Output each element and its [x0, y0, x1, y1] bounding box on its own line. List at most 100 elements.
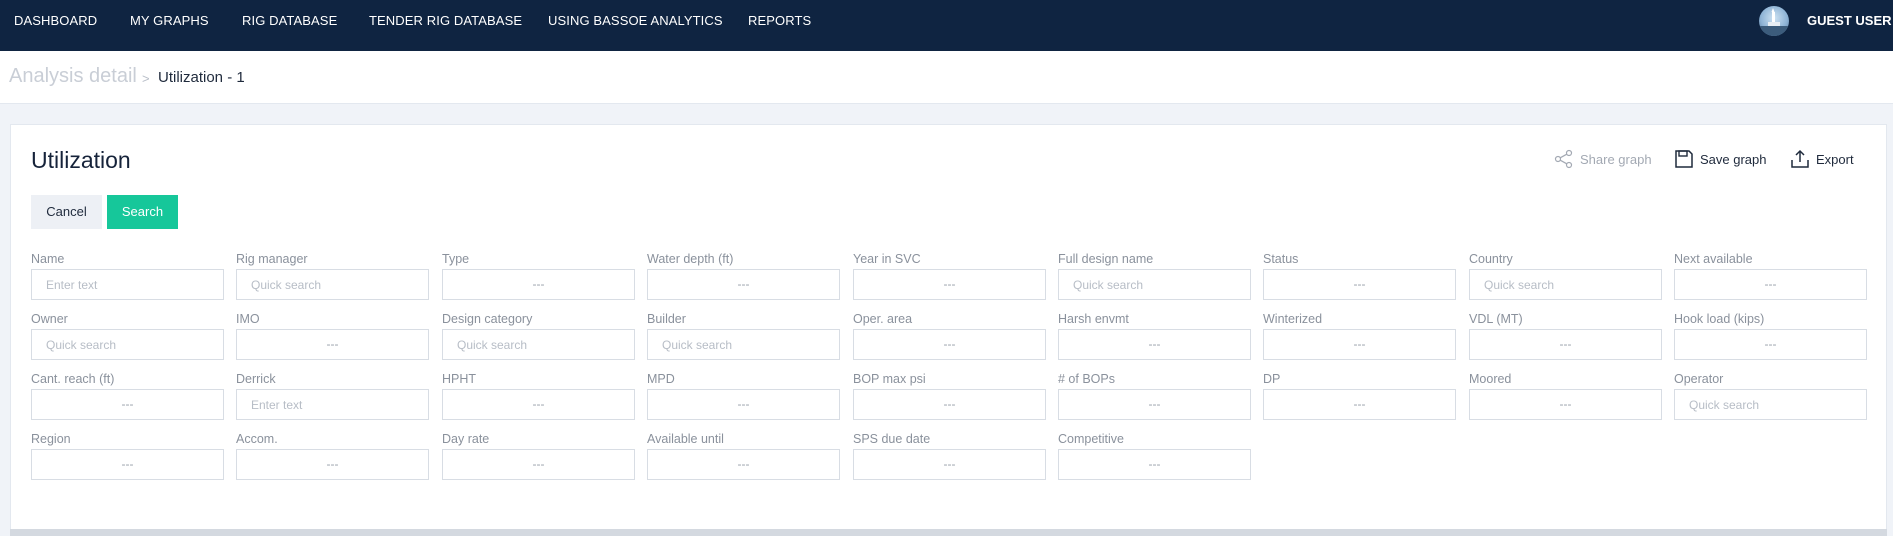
nav-my-graphs[interactable]: MY GRAPHS [130, 13, 209, 28]
nav-using-bassoe-analytics[interactable]: USING BASSOE ANALYTICS [548, 13, 723, 28]
filter-region: Region --- [31, 431, 224, 480]
breadcrumb-root[interactable]: Analysis detail [9, 65, 137, 88]
filter-name: Name [31, 251, 224, 300]
filter-label: Region [31, 432, 71, 446]
filter-builder: Builder [647, 311, 840, 360]
breadcrumb-separator: > [142, 71, 150, 86]
cant-reach-ft-select[interactable]: --- [31, 389, 224, 420]
filter-competitive: Competitive --- [1058, 431, 1251, 480]
nav-rig-database[interactable]: RIG DATABASE [242, 13, 337, 28]
filter-mpd: MPD --- [647, 371, 840, 420]
day-rate-select[interactable]: --- [442, 449, 635, 480]
dp-select[interactable]: --- [1263, 389, 1456, 420]
filter-winterized: Winterized --- [1263, 311, 1456, 360]
hpht-select[interactable]: --- [442, 389, 635, 420]
nav-tender-rig-database[interactable]: TENDER RIG DATABASE [369, 13, 522, 28]
nav-dashboard[interactable]: DASHBOARD [14, 13, 97, 28]
filter-of-bops: # of BOPs --- [1058, 371, 1251, 420]
filter-vdl-mt: VDL (MT) --- [1469, 311, 1662, 360]
filter-label: Competitive [1058, 432, 1124, 446]
share-graph-button[interactable]: Share graph [1554, 149, 1652, 169]
vdl-mt-select[interactable]: --- [1469, 329, 1662, 360]
competitive-select[interactable]: --- [1058, 449, 1251, 480]
filter-label: Derrick [236, 372, 276, 386]
accom-select[interactable]: --- [236, 449, 429, 480]
sps-due-date-select[interactable]: --- [853, 449, 1046, 480]
export-label: Export [1816, 151, 1854, 167]
filter-card: Utilization Share graph Save graph Expor… [10, 124, 1887, 530]
filter-label: Cant. reach (ft) [31, 372, 115, 386]
filter-full-design-name: Full design name [1058, 251, 1251, 300]
design-category-search-input[interactable] [442, 329, 635, 360]
filter-label: Water depth (ft) [647, 252, 734, 266]
status-select[interactable]: --- [1263, 269, 1456, 300]
filter-label: BOP max psi [853, 372, 926, 386]
filter-label: Operator [1674, 372, 1724, 386]
avatar-image [1759, 8, 1789, 36]
filter-label: Next available [1674, 252, 1753, 266]
full-design-name-search-input[interactable] [1058, 269, 1251, 300]
card-bottom-edge [10, 529, 1887, 536]
of-bops-select[interactable]: --- [1058, 389, 1251, 420]
nav-reports[interactable]: REPORTS [748, 13, 811, 28]
mpd-select[interactable]: --- [647, 389, 840, 420]
country-search-input[interactable] [1469, 269, 1662, 300]
save-graph-label: Save graph [1700, 151, 1767, 167]
page-title: Utilization [31, 147, 131, 173]
filter-label: SPS due date [853, 432, 931, 446]
available-until-select[interactable]: --- [647, 449, 840, 480]
filter-available-until: Available until --- [647, 431, 840, 480]
next-available-select[interactable]: --- [1674, 269, 1867, 300]
filter-label: Day rate [442, 432, 490, 446]
filter-derrick: Derrick [236, 371, 429, 420]
harsh-envmt-select[interactable]: --- [1058, 329, 1251, 360]
avatar[interactable] [1759, 6, 1789, 36]
export-button[interactable]: Export [1790, 149, 1854, 169]
share-graph-label: Share graph [1580, 151, 1652, 167]
save-graph-button[interactable]: Save graph [1674, 149, 1767, 169]
cancel-button[interactable]: Cancel [31, 195, 102, 229]
type-select[interactable]: --- [442, 269, 635, 300]
operator-search-input[interactable] [1674, 389, 1867, 420]
owner-search-input[interactable] [31, 329, 224, 360]
filter-year-in-svc: Year in SVC --- [853, 251, 1046, 300]
imo-select[interactable]: --- [236, 329, 429, 360]
filter-moored: Moored --- [1469, 371, 1662, 420]
filter-label: Moored [1469, 372, 1512, 386]
filter-rig-manager: Rig manager [236, 251, 429, 300]
filter-label: Available until [647, 432, 724, 446]
region-select[interactable]: --- [31, 449, 224, 480]
share-icon [1554, 149, 1573, 169]
filter-label: Design category [442, 312, 533, 326]
derrick-text-input[interactable] [236, 389, 429, 420]
filter-owner: Owner [31, 311, 224, 360]
filter-design-category: Design category [442, 311, 635, 360]
save-icon [1675, 150, 1693, 168]
filter-label: Oper. area [853, 312, 913, 326]
user-name[interactable]: GUEST USER [1807, 13, 1892, 28]
winterized-select[interactable]: --- [1263, 329, 1456, 360]
water-depth-ft-select[interactable]: --- [647, 269, 840, 300]
filter-dp: DP --- [1263, 371, 1456, 420]
moored-select[interactable]: --- [1469, 389, 1662, 420]
filter-bop-max-psi: BOP max psi --- [853, 371, 1046, 420]
bop-max-psi-select[interactable]: --- [853, 389, 1046, 420]
oper-area-select[interactable]: --- [853, 329, 1046, 360]
filter-label: Status [1263, 252, 1299, 266]
filter-label: Owner [31, 312, 68, 326]
year-in-svc-select[interactable]: --- [853, 269, 1046, 300]
name-text-input[interactable] [31, 269, 224, 300]
filter-label: Accom. [236, 432, 278, 446]
filter-label: # of BOPs [1058, 372, 1115, 386]
hook-load-kips-select[interactable]: --- [1674, 329, 1867, 360]
filter-label: Type [442, 252, 470, 266]
filter-type: Type --- [442, 251, 635, 300]
filter-harsh-envmt: Harsh envmt --- [1058, 311, 1251, 360]
filter-label: DP [1263, 372, 1281, 386]
rig-manager-search-input[interactable] [236, 269, 429, 300]
filter-label: Harsh envmt [1058, 312, 1129, 326]
search-button[interactable]: Search [107, 195, 178, 229]
builder-search-input[interactable] [647, 329, 840, 360]
filter-label: Rig manager [236, 252, 308, 266]
breadcrumb: Analysis detail > Utilization - 1 [0, 51, 1893, 104]
